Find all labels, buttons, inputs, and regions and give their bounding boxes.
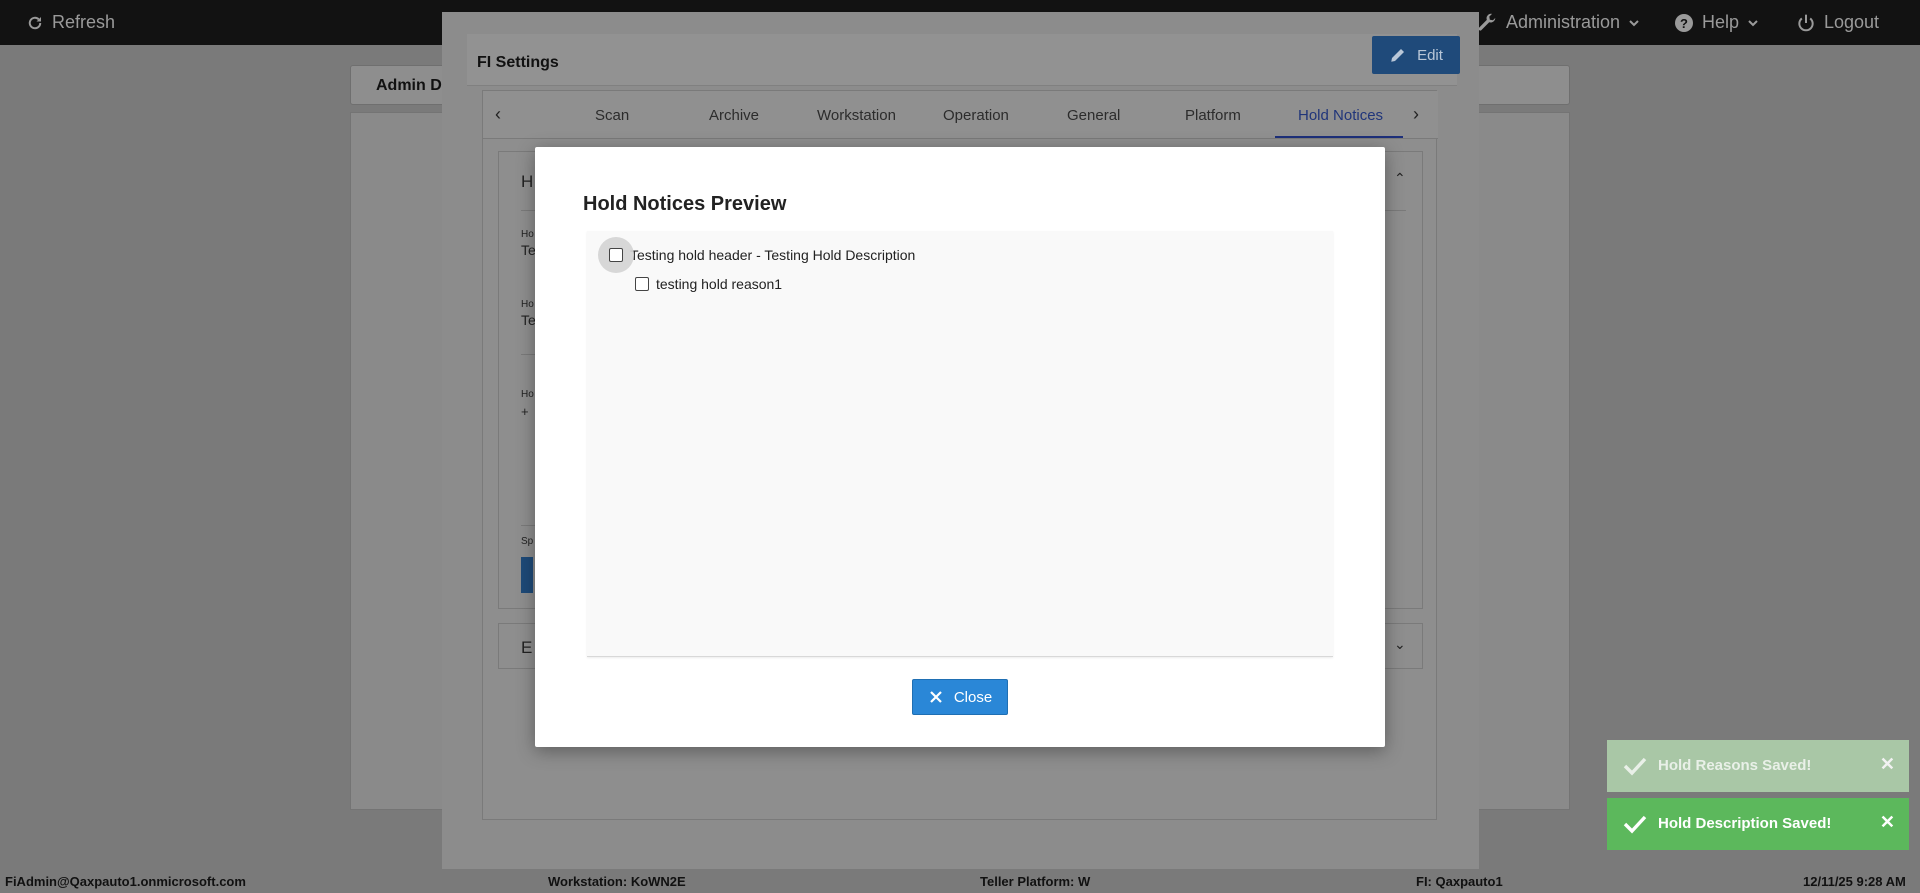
card-heading: H <box>521 172 534 191</box>
edit-button[interactable]: Edit <box>1372 36 1460 74</box>
tree-item-header[interactable]: Testing hold header - Testing Hold Descr… <box>598 237 916 273</box>
administration-label: Administration <box>1506 12 1621 32</box>
tab-platform[interactable]: Platform <box>1185 107 1241 124</box>
reason-checkbox[interactable] <box>635 277 649 291</box>
power-icon <box>1798 14 1814 31</box>
header-checkbox[interactable] <box>609 248 623 262</box>
toast-message: Hold Reasons Saved! <box>1658 757 1812 774</box>
hold-notices-tree: Testing hold header - Testing Hold Descr… <box>587 231 1333 657</box>
collapse-chevron-icon[interactable]: ⌃ <box>1394 170 1406 187</box>
tabs-next-arrow-icon[interactable]: › <box>1413 104 1419 125</box>
checkmark-icon <box>1623 757 1647 776</box>
field-value[interactable]: Te <box>521 242 536 258</box>
tree-item-label: Testing hold header - Testing Hold Descr… <box>630 247 916 263</box>
active-tab-indicator <box>1275 136 1403 138</box>
logout-label: Logout <box>1824 12 1880 32</box>
wrench-icon <box>1478 13 1496 30</box>
tab-archive[interactable]: Archive <box>709 107 759 124</box>
field-label: Ho <box>521 229 534 240</box>
toast-close-icon[interactable]: ✕ <box>1880 754 1895 775</box>
refresh-icon <box>28 16 42 29</box>
fi-settings-title: FI Settings <box>477 54 559 71</box>
close-button[interactable]: Close <box>912 679 1008 715</box>
field-value[interactable]: Te <box>521 312 536 328</box>
settings-tabs: ‹ Scan Archive Workstation Operation Gen… <box>483 91 1438 139</box>
action-button[interactable] <box>521 557 533 593</box>
tab-general[interactable]: General <box>1067 107 1120 124</box>
edit-label: Edit <box>1417 46 1443 64</box>
field-label: Ho <box>521 389 534 400</box>
footer-fi: FI: Qaxpauto1 <box>1416 874 1503 889</box>
card-heading: E <box>521 638 533 657</box>
toast-close-icon[interactable]: ✕ <box>1880 812 1895 833</box>
chevron-down-icon <box>1629 19 1639 26</box>
footer-teller-platform: Teller Platform: W <box>980 874 1091 889</box>
tab-hold-notices[interactable]: Hold Notices <box>1298 107 1383 124</box>
help-icon: ? <box>1675 13 1693 32</box>
tabs-prev-arrow-icon[interactable]: ‹ <box>495 104 501 125</box>
tab-operation[interactable]: Operation <box>943 107 1009 124</box>
refresh-label: Refresh <box>52 12 116 32</box>
checkmark-icon <box>1623 815 1647 834</box>
footer-datetime: 12/11/25 9:28 AM <box>1803 874 1906 889</box>
toast-message: Hold Description Saved! <box>1658 815 1832 832</box>
expand-chevron-icon[interactable]: ⌄ <box>1394 636 1406 653</box>
toast-hold-description-saved: Hold Description Saved! ✕ <box>1607 798 1909 850</box>
footer-user: FiAdmin@Qaxpauto1.onmicrosoft.com <box>5 874 246 889</box>
breadcrumb: Admin D <box>376 77 442 94</box>
hold-notices-preview-dialog: Hold Notices Preview Testing hold header… <box>535 147 1385 747</box>
svg-text:?: ? <box>1680 16 1688 31</box>
pencil-icon <box>1391 49 1405 62</box>
field-label: Sp <box>521 536 534 547</box>
footer-workstation: Workstation: KoWN2E <box>548 874 686 889</box>
tab-workstation[interactable]: Workstation <box>817 107 896 124</box>
help-label: Help <box>1702 12 1740 32</box>
tree-item-label: testing hold reason1 <box>656 276 783 292</box>
dialog-title: Hold Notices Preview <box>583 193 787 215</box>
add-item-link[interactable]: + <box>521 404 529 419</box>
close-label: Close <box>953 688 993 706</box>
administration-menu[interactable]: Administration <box>1476 0 1640 45</box>
tab-scan[interactable]: Scan <box>595 107 629 124</box>
logout-button[interactable]: Logout <box>1796 0 1879 45</box>
status-footer: FiAdmin@Qaxpauto1.onmicrosoft.com Workst… <box>0 869 1920 893</box>
fi-settings-header: FI Settings <box>467 34 1457 86</box>
refresh-button[interactable]: Refresh <box>26 0 115 45</box>
field-label: Ho <box>521 299 534 310</box>
tree-item-reason[interactable]: testing hold reason1 <box>635 276 782 292</box>
toast-hold-reasons-saved: Hold Reasons Saved! ✕ <box>1607 740 1909 792</box>
chevron-down-icon <box>1748 19 1758 26</box>
close-icon <box>930 691 942 703</box>
help-menu[interactable]: ? Help <box>1674 0 1759 45</box>
